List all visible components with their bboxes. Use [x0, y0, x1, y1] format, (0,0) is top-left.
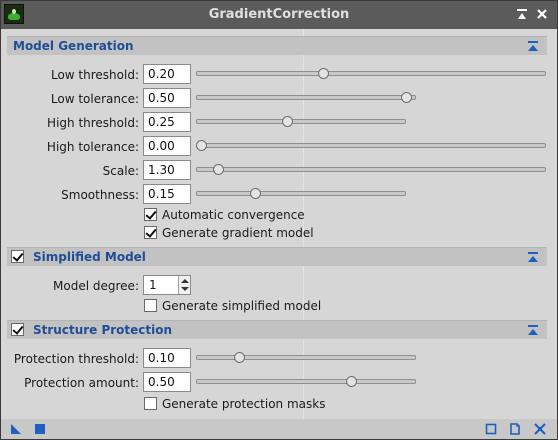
scale-input[interactable]: 1.30	[143, 160, 191, 180]
model-degree-value: 1	[149, 278, 157, 292]
high-tolerance-slider-track[interactable]	[196, 143, 546, 148]
simplified-model-enable-checkbox[interactable]	[11, 250, 24, 263]
preview-icon[interactable]	[485, 423, 497, 435]
new-instance-icon[interactable]	[10, 423, 22, 435]
automatic-convergence-label: Automatic convergence	[162, 208, 305, 222]
param-label: Low threshold:	[50, 68, 139, 82]
title-bar[interactable]: GradientCorrection	[1, 1, 557, 29]
protection-amount-slider-track[interactable]	[196, 379, 416, 384]
section-simplified-model[interactable]: Simplified Model	[7, 247, 547, 266]
model-degree-label: Model degree:	[53, 279, 139, 293]
spin-up-icon[interactable]	[181, 279, 189, 283]
low-threshold-slider-track[interactable]	[196, 71, 546, 76]
high-threshold-slider-track[interactable]	[196, 119, 406, 124]
collapse-section-icon[interactable]	[527, 324, 539, 336]
protection-threshold-slider-track[interactable]	[196, 355, 416, 360]
section-title: Structure Protection	[33, 323, 173, 337]
spin-arrows[interactable]	[178, 276, 190, 294]
shade-icon[interactable]	[515, 7, 529, 21]
protection-threshold-slider-thumb[interactable]	[233, 352, 245, 363]
bottom-toolbar	[1, 419, 557, 439]
divider	[303, 29, 304, 419]
low-tolerance-slider-track[interactable]	[196, 95, 416, 100]
high-threshold-input[interactable]: 0.25	[143, 112, 191, 132]
generate-gradient-model-label: Generate gradient model	[162, 226, 314, 240]
collapse-section-icon[interactable]	[527, 40, 539, 52]
generate-protection-masks-checkbox[interactable]	[144, 397, 157, 410]
collapse-section-icon[interactable]	[527, 251, 539, 263]
browse-documentation-icon[interactable]	[509, 423, 521, 435]
generate-gradient-model-checkbox[interactable]	[144, 226, 157, 239]
high-threshold-slider-thumb[interactable]	[281, 116, 293, 127]
reset-icon[interactable]	[534, 423, 546, 435]
scale-slider-thumb[interactable]	[212, 164, 224, 175]
automatic-convergence-checkbox[interactable]	[144, 208, 157, 221]
param-label: Protection threshold:	[13, 352, 139, 366]
param-label: Low tolerance:	[50, 92, 139, 106]
param-label: Protection amount:	[24, 376, 139, 390]
protection-amount-slider-thumb[interactable]	[346, 376, 358, 387]
smoothness-input[interactable]: 0.15	[143, 184, 191, 204]
window-title: GradientCorrection	[208, 7, 350, 22]
low-tolerance-input[interactable]: 0.50	[143, 88, 191, 108]
param-label: High threshold:	[47, 116, 139, 130]
apply-global-icon[interactable]	[34, 423, 46, 435]
low-tolerance-slider-thumb[interactable]	[400, 92, 412, 103]
high-tolerance-input[interactable]: 0.00	[143, 136, 191, 156]
generate-simplified-model-label: Generate simplified model	[162, 299, 322, 313]
low-threshold-input[interactable]: 0.20	[143, 64, 191, 84]
generate-protection-masks-label: Generate protection masks	[162, 397, 326, 411]
param-label: High tolerance:	[46, 140, 139, 154]
spin-down-icon[interactable]	[181, 287, 189, 291]
structure-protection-enable-checkbox[interactable]	[11, 323, 24, 336]
scale-slider-track[interactable]	[196, 167, 546, 172]
param-label: Scale:	[102, 164, 139, 178]
close-icon[interactable]	[535, 7, 549, 21]
gradient-correction-window: GradientCorrection Model Generation Low …	[0, 0, 558, 440]
smoothness-slider-thumb[interactable]	[249, 188, 261, 199]
section-structure-protection[interactable]: Structure Protection	[7, 320, 547, 339]
section-title: Model Generation	[13, 39, 134, 53]
protection-amount-input[interactable]: 0.50	[143, 372, 191, 392]
section-model-generation[interactable]: Model Generation	[7, 36, 547, 55]
low-threshold-slider-thumb[interactable]	[318, 68, 330, 79]
smoothness-slider-track[interactable]	[196, 191, 406, 196]
high-tolerance-slider-thumb[interactable]	[196, 140, 207, 151]
generate-simplified-model-checkbox[interactable]	[144, 299, 157, 312]
section-title: Simplified Model	[33, 250, 146, 264]
param-label: Smoothness:	[61, 188, 139, 202]
model-degree-spinbox[interactable]: 1	[143, 275, 191, 295]
protection-threshold-input[interactable]: 0.10	[143, 348, 191, 368]
